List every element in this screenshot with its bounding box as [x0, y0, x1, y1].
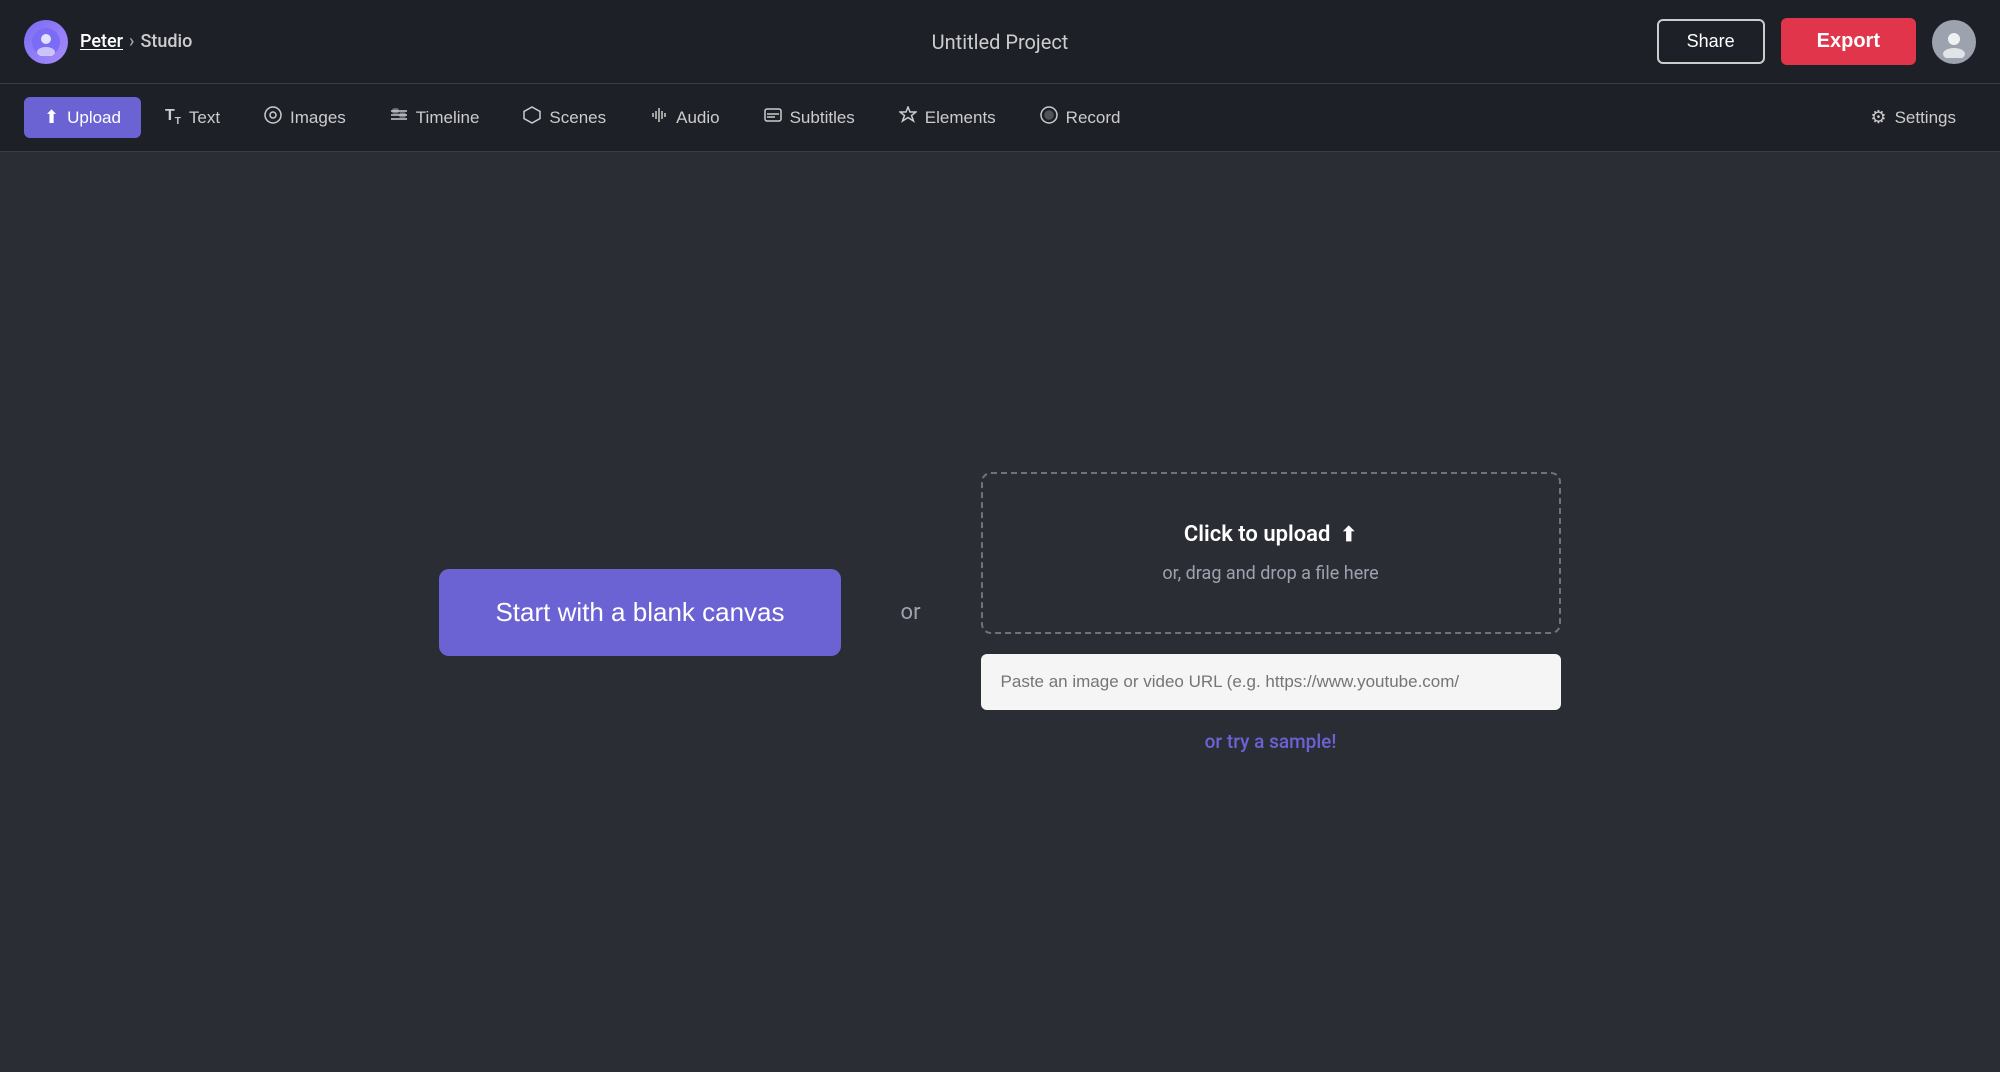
blank-canvas-button[interactable]: Start with a blank canvas	[439, 569, 840, 656]
toolbar-item-images[interactable]: Images	[244, 96, 366, 139]
toolbar-item-timeline[interactable]: Timeline	[370, 96, 500, 139]
toolbar-item-record[interactable]: Record	[1020, 96, 1141, 139]
user-avatar-logo	[24, 20, 68, 64]
toolbar-item-settings[interactable]: ⚙ Settings	[1850, 97, 1976, 138]
breadcrumb-separator: ›	[129, 31, 134, 52]
navbar: Peter › Studio Untitled Project Share Ex…	[0, 0, 2000, 84]
project-title: Untitled Project	[932, 30, 1069, 54]
toolbar-item-audio[interactable]: Audio	[630, 96, 739, 139]
upload-icon: ⬆	[44, 107, 59, 128]
click-to-upload-label: Click to upload ⬆	[1184, 522, 1357, 547]
toolbar-timeline-label: Timeline	[416, 108, 480, 128]
settings-icon: ⚙	[1870, 107, 1886, 128]
toolbar-item-elements[interactable]: Elements	[879, 96, 1016, 139]
drop-zone[interactable]: Click to upload ⬆ or, drag and drop a fi…	[981, 472, 1561, 634]
upload-inline-icon: ⬆	[1340, 522, 1357, 546]
elements-icon	[899, 106, 917, 129]
toolbar-scenes-label: Scenes	[549, 108, 606, 128]
drag-drop-text: or, drag and drop a file here	[1162, 563, 1378, 584]
nav-left: Peter › Studio	[24, 20, 1000, 64]
toolbar-text-label: Text	[189, 108, 220, 128]
toolbar-record-label: Record	[1066, 108, 1121, 128]
or-divider: or	[901, 600, 921, 625]
breadcrumb: Peter › Studio	[80, 31, 192, 52]
text-icon: TT	[165, 107, 181, 127]
toolbar-item-upload[interactable]: ⬆ Upload	[24, 97, 141, 138]
toolbar-item-text[interactable]: TT Text	[145, 97, 240, 137]
toolbar-upload-label: Upload	[67, 108, 121, 128]
nav-right: Share Export	[1000, 18, 1976, 65]
toolbar-audio-label: Audio	[676, 108, 719, 128]
timeline-icon	[390, 106, 408, 129]
scenes-icon	[523, 106, 541, 129]
images-icon	[264, 106, 282, 129]
toolbar-elements-label: Elements	[925, 108, 996, 128]
export-button[interactable]: Export	[1781, 18, 1916, 65]
upload-section: Click to upload ⬆ or, drag and drop a fi…	[981, 472, 1561, 753]
main-content: Start with a blank canvas or Click to up…	[0, 152, 2000, 1072]
breadcrumb-user-link[interactable]: Peter	[80, 31, 123, 52]
audio-icon	[650, 106, 668, 129]
record-icon	[1040, 106, 1058, 129]
user-profile-avatar[interactable]	[1932, 20, 1976, 64]
toolbar-item-scenes[interactable]: Scenes	[503, 96, 626, 139]
toolbar: ⬆ Upload TT Text Images Timeline	[0, 84, 2000, 152]
subtitles-icon	[764, 106, 782, 129]
toolbar-settings-label: Settings	[1895, 108, 1956, 128]
share-button[interactable]: Share	[1657, 19, 1765, 64]
breadcrumb-studio: Studio	[140, 31, 192, 52]
toolbar-images-label: Images	[290, 108, 346, 128]
url-input[interactable]	[981, 654, 1561, 710]
try-sample-link[interactable]: or try a sample!	[981, 730, 1561, 753]
toolbar-item-subtitles[interactable]: Subtitles	[744, 96, 875, 139]
toolbar-subtitles-label: Subtitles	[790, 108, 855, 128]
